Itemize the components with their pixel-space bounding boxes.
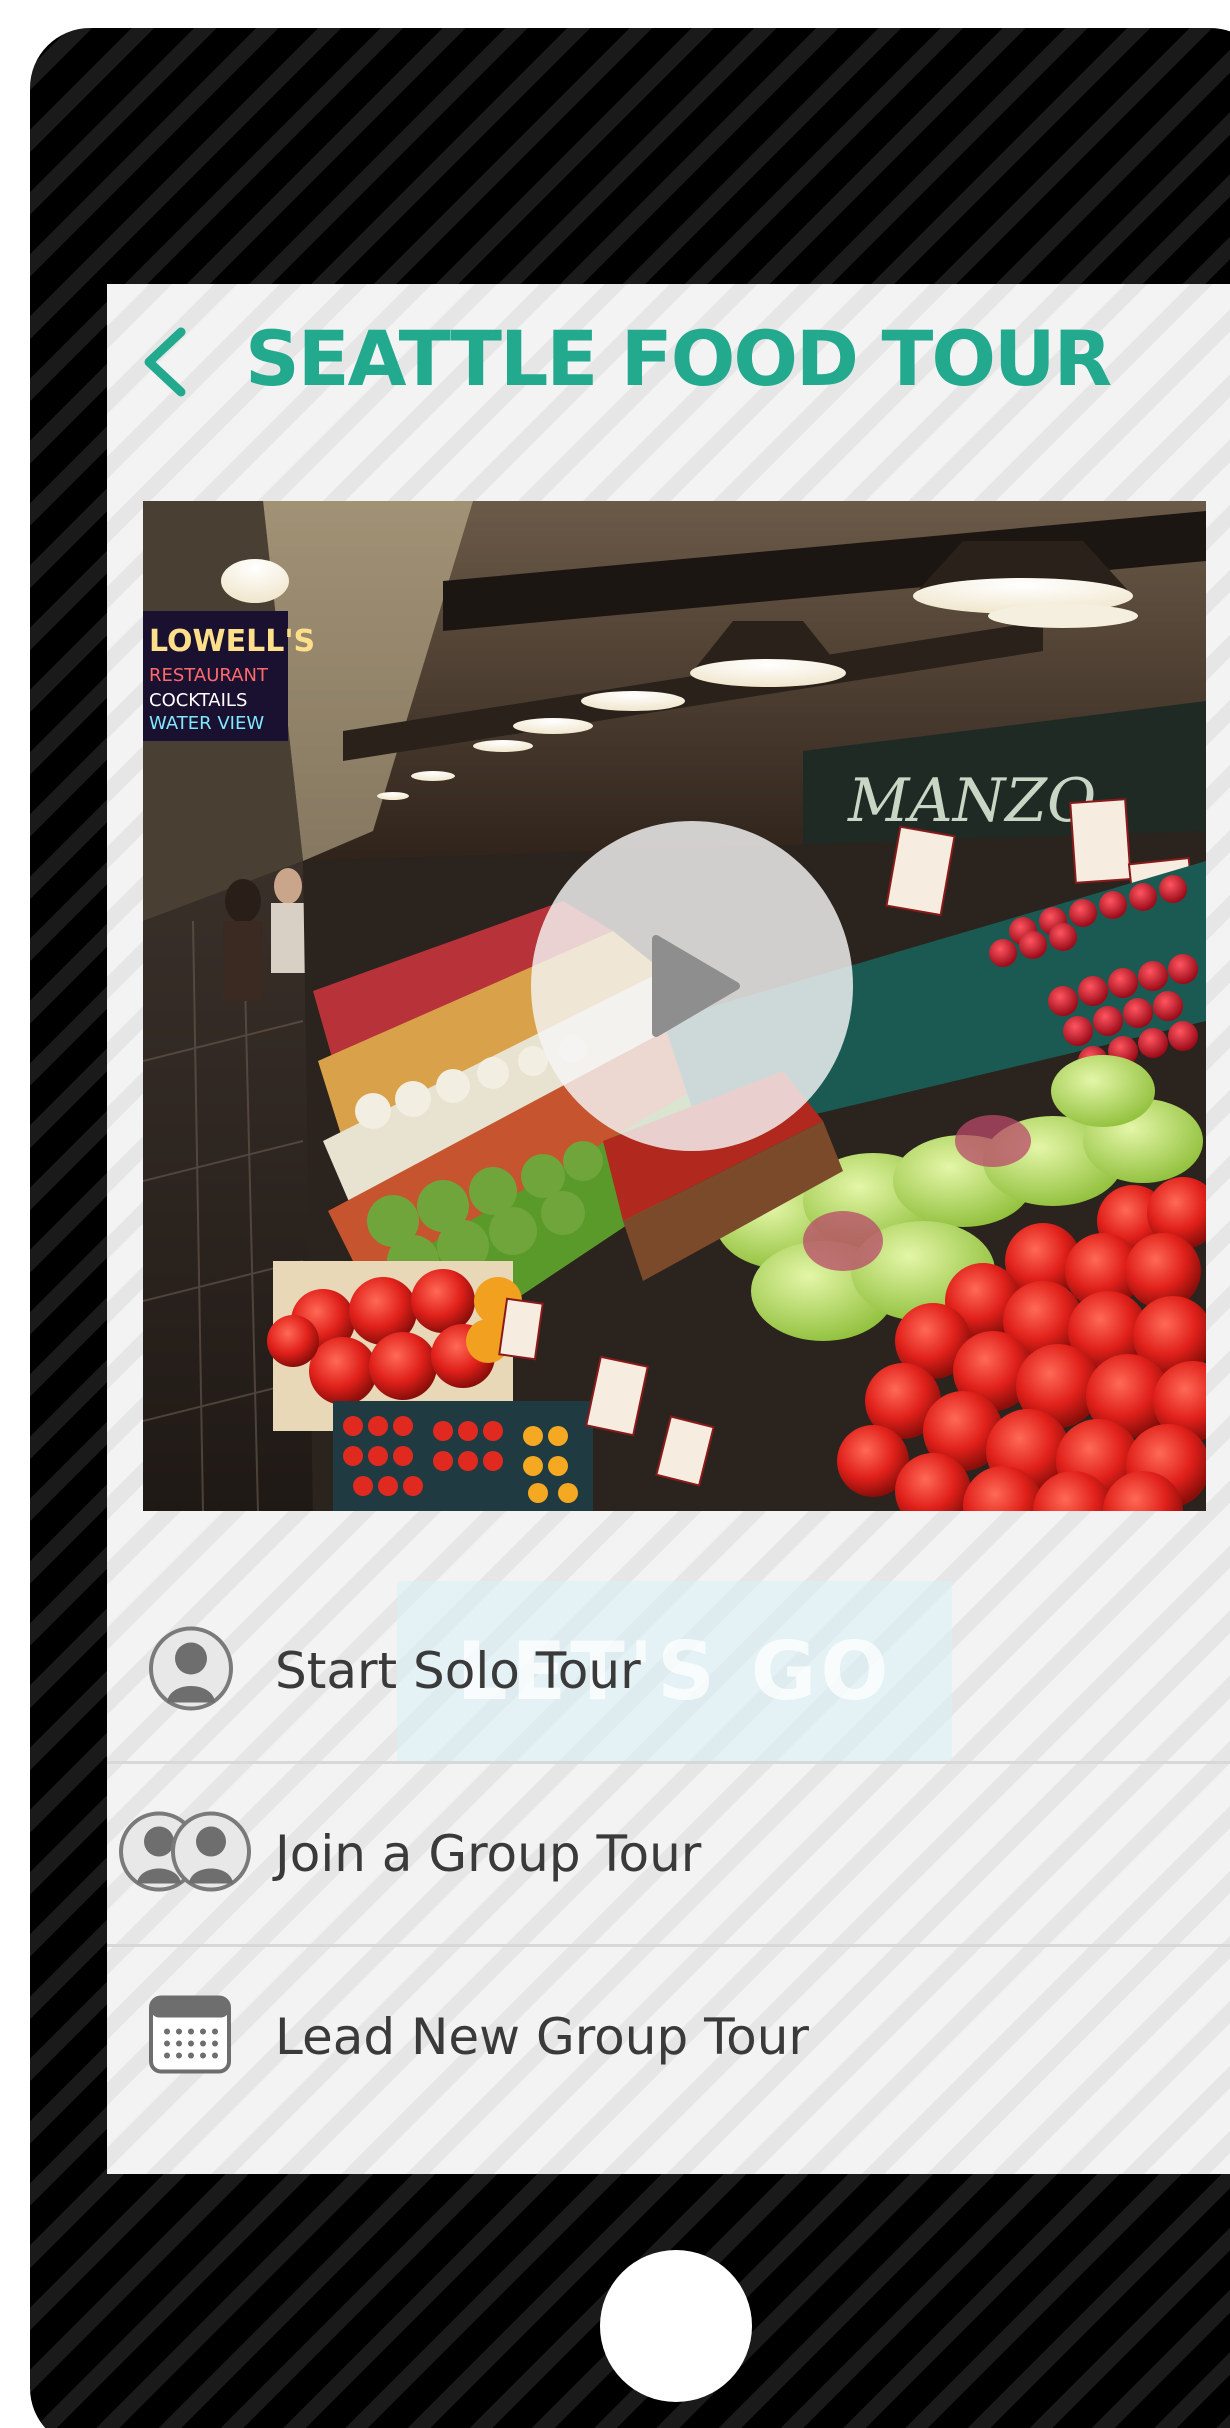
svg-text:MANZO: MANZO: [847, 766, 1096, 836]
svg-text:WATER VIEW: WATER VIEW: [149, 713, 264, 734]
chevron-left-icon: [144, 327, 186, 397]
person-icon: [147, 1625, 235, 1718]
svg-text:COCKTAILS: COCKTAILS: [149, 690, 247, 711]
back-button[interactable]: [129, 322, 199, 402]
play-icon: [652, 935, 740, 1037]
mockup-canvas: SEATTLE FOOD TOUR LOWELL'S RESTAURANT CO…: [0, 0, 1230, 2428]
app-screen: SEATTLE FOOD TOUR LOWELL'S RESTAURANT CO…: [107, 284, 1230, 2174]
start-solo-tour-item[interactable]: Start Solo Tour: [107, 1581, 1230, 1764]
group-icon: [115, 1808, 255, 1901]
join-group-tour-label: Join a Group Tour: [275, 1825, 702, 1883]
calendar-icon: [147, 1992, 233, 2083]
phone-frame: SEATTLE FOOD TOUR LOWELL'S RESTAURANT CO…: [30, 28, 1230, 2428]
lead-new-group-tour-label: Lead New Group Tour: [275, 2008, 809, 2066]
svg-text:RESTAURANT: RESTAURANT: [149, 665, 269, 686]
svg-text:LOWELL'S: LOWELL'S: [149, 624, 315, 659]
header: SEATTLE FOOD TOUR: [107, 284, 1230, 444]
join-group-tour-item[interactable]: Join a Group Tour: [107, 1764, 1230, 1947]
home-button[interactable]: [600, 2250, 752, 2402]
video-player[interactable]: LOWELL'S RESTAURANT COCKTAILS WATER VIEW…: [143, 501, 1206, 1511]
start-solo-tour-label: Start Solo Tour: [275, 1642, 641, 1700]
lead-new-group-tour-item[interactable]: Lead New Group Tour: [107, 1947, 1230, 2127]
tour-options-menu: Start Solo Tour Join a Group Tour Lead N…: [107, 1581, 1230, 2127]
page-title: SEATTLE FOOD TOUR: [245, 314, 1112, 403]
play-button[interactable]: [531, 821, 853, 1151]
